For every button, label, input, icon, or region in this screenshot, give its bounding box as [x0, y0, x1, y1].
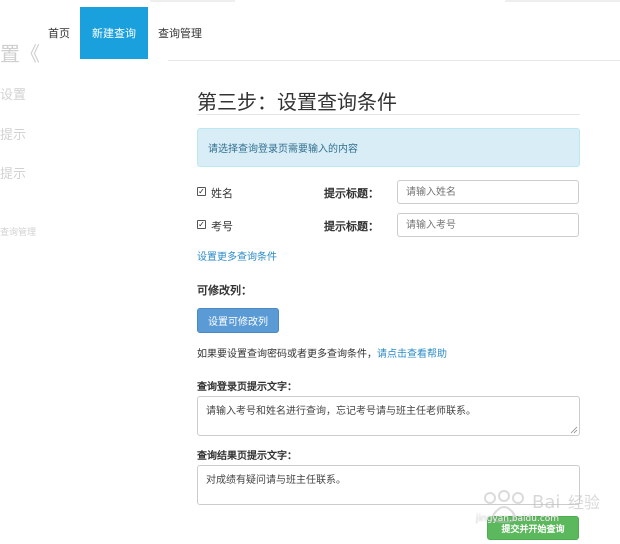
condition-label: 姓名 — [211, 187, 233, 200]
condition-row-name: ✓ 姓名 提示标题： — [197, 180, 580, 204]
svg-text:经验: 经验 — [568, 493, 600, 512]
help-line: 如果要设置查询密码或者更多查询条件，请点击查看帮助 — [197, 345, 447, 360]
set-editable-columns-button[interactable]: 设置可修改列 — [197, 308, 279, 333]
result-prompt-label: 查询结果页提示文字： — [197, 451, 297, 462]
resize-grip-icon[interactable] — [570, 426, 578, 434]
top-nav: 首页 新建查询 查询管理 — [38, 7, 212, 59]
top-edge-strip — [150, 0, 235, 2]
background-text-fragment: 提示 — [0, 128, 27, 143]
login-prompt-textarea[interactable]: 请输入考号和姓名进行查询，忘记考号请与班主任老师联系。 — [197, 396, 580, 436]
background-title-fragment: 置《 — [0, 42, 40, 66]
info-alert: 请选择查询登录页需要输入的内容 — [197, 128, 580, 167]
page-title: 第三步：设置查询条件 — [197, 90, 397, 114]
checkbox-name[interactable]: ✓ — [197, 187, 206, 196]
background-text-fragment: 提示 — [0, 167, 27, 182]
prompt-title-input-exam-number[interactable] — [397, 213, 579, 237]
svg-text:Bai: Bai — [532, 492, 560, 513]
title-divider — [197, 114, 580, 115]
editable-columns-label: 可修改列： — [197, 284, 252, 297]
background-text-fragment: 设置 — [0, 88, 27, 103]
prompt-title-label: 提示标题： — [324, 187, 379, 200]
prompt-title-input-name[interactable] — [397, 180, 579, 204]
info-alert-text: 请选择查询登录页需要输入的内容 — [208, 144, 358, 155]
watermark-text: jingyan.baidu.com — [476, 514, 560, 524]
top-edge-strip — [505, 0, 620, 2]
help-text: 如果要设置查询密码或者更多查询条件， — [197, 349, 377, 360]
condition-row-exam-number: ✓ 考号 提示标题： — [197, 213, 580, 237]
condition-label: 考号 — [211, 220, 233, 233]
checkbox-exam-number[interactable]: ✓ — [197, 220, 206, 229]
nav-item-query-management[interactable]: 查询管理 — [148, 7, 212, 59]
more-conditions-link[interactable]: 设置更多查询条件 — [197, 248, 277, 263]
nav-item-new-query[interactable]: 新建查询 — [80, 7, 148, 59]
background-text-fragment: 查询管理 — [0, 228, 37, 238]
login-prompt-label: 查询登录页提示文字： — [197, 382, 297, 393]
nav-divider — [168, 60, 620, 61]
prompt-title-label: 提示标题： — [324, 220, 379, 233]
nav-item-home[interactable]: 首页 — [38, 7, 80, 59]
help-link[interactable]: 请点击查看帮助 — [377, 349, 447, 360]
